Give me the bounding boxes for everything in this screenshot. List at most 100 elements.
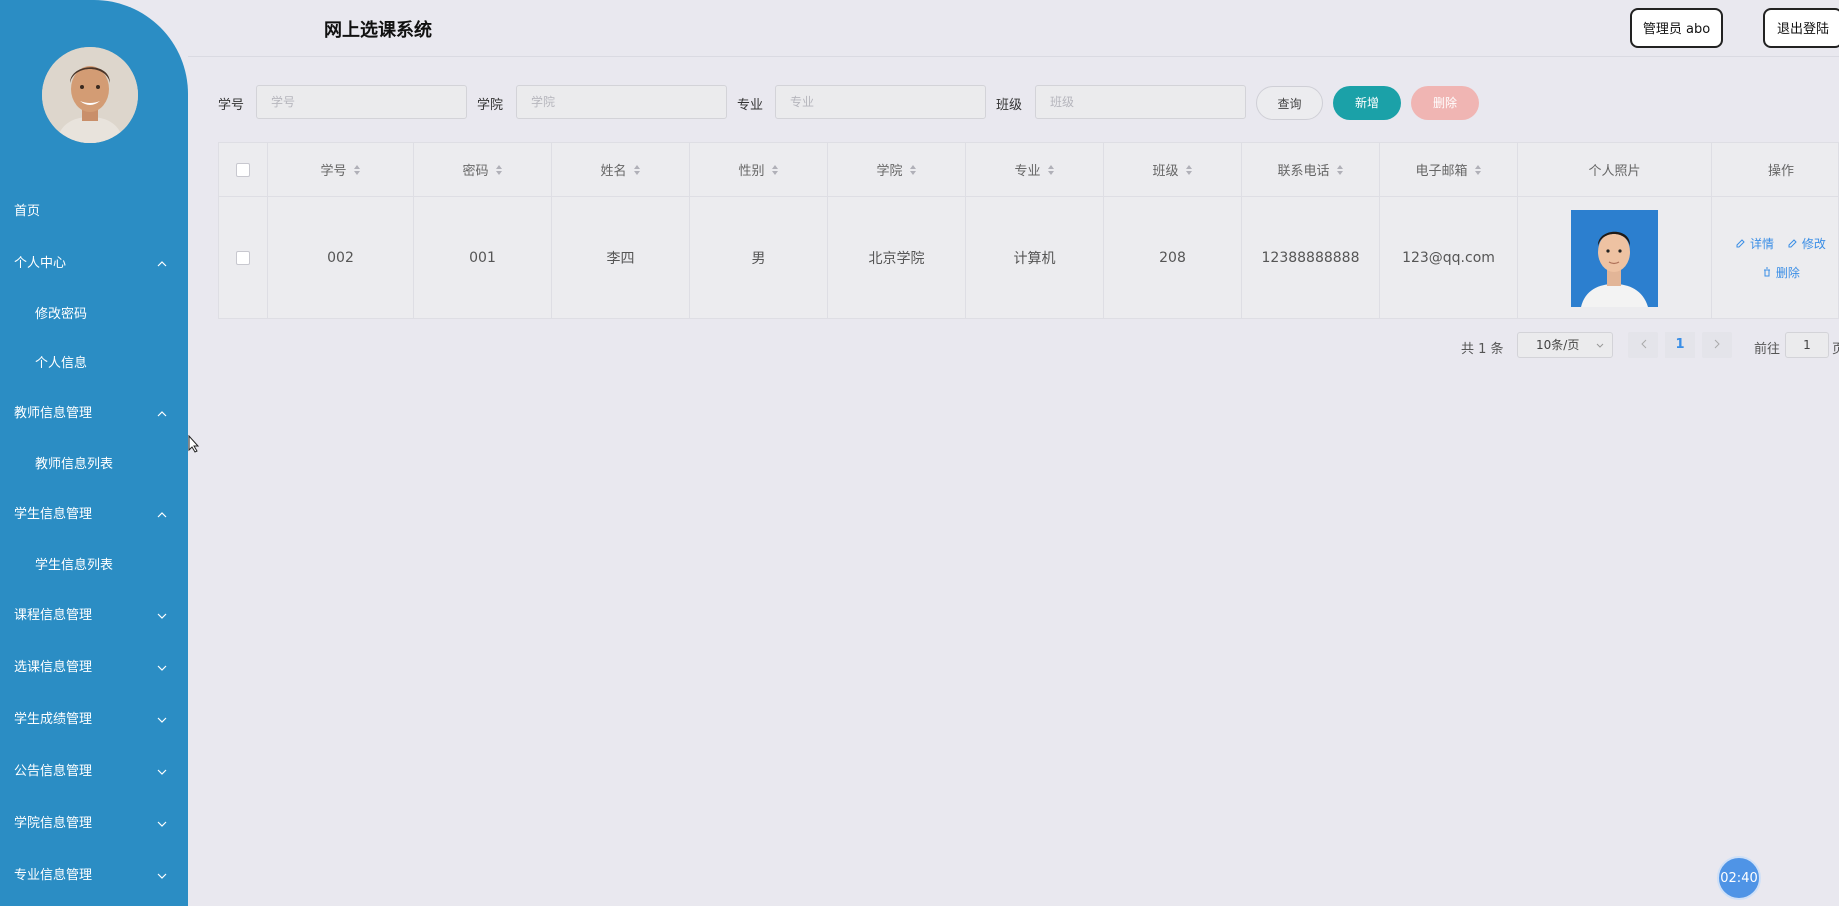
student-id-input[interactable] — [256, 85, 467, 119]
mouse-cursor-icon — [188, 435, 200, 453]
sidebar-item-label: 专业信息管理 — [14, 868, 93, 883]
chevron-down-icon — [156, 694, 168, 746]
edit-icon — [1788, 239, 1797, 248]
class-input[interactable] — [1035, 85, 1246, 119]
chevron-right-icon — [1714, 339, 1720, 349]
column-header[interactable]: 姓名 — [552, 143, 690, 196]
goto-label: 前往 — [1754, 342, 1781, 357]
sidebar-item-home[interactable]: 首页 — [0, 186, 188, 238]
chevron-down-icon — [156, 798, 168, 850]
edit-link[interactable]: 修改 — [1788, 235, 1826, 252]
sort-icon — [353, 164, 360, 175]
avatar-icon — [42, 47, 138, 143]
sidebar-item-label: 公告信息管理 — [14, 764, 93, 779]
detail-link[interactable]: 详情 — [1736, 235, 1774, 252]
sort-icon — [633, 164, 640, 175]
column-header-label: 学院 — [876, 164, 903, 179]
college-label: 学院 — [477, 98, 504, 113]
column-header-label: 班级 — [1152, 164, 1179, 179]
sidebar-item-college-management[interactable]: 学院信息管理 — [0, 798, 188, 850]
sidebar-item-label: 修改密码 — [35, 307, 88, 322]
edit-label: 修改 — [1801, 237, 1826, 251]
sidebar-item-personal-center[interactable]: 个人中心 — [0, 238, 188, 290]
chevron-up-icon — [156, 388, 168, 440]
sidebar-item-selection-management[interactable]: 选课信息管理 — [0, 642, 188, 694]
admin-user-button[interactable]: 管理员 abo — [1630, 8, 1723, 48]
column-header-label: 性别 — [738, 164, 765, 179]
sidebar-item-change-password[interactable]: 修改密码 — [0, 290, 188, 339]
table-cell: 男 — [690, 197, 828, 319]
sort-icon — [771, 164, 778, 175]
column-header[interactable]: 专业 — [966, 143, 1104, 196]
sidebar-item-course-management[interactable]: 课程信息管理 — [0, 590, 188, 642]
table-cell: 计算机 — [966, 197, 1104, 319]
next-page-button[interactable] — [1702, 332, 1732, 358]
sidebar-item-personal-info[interactable]: 个人信息 — [0, 339, 188, 388]
column-header[interactable]: 班级 — [1104, 143, 1242, 196]
sidebar-item-grade-management[interactable]: 学生成绩管理 — [0, 694, 188, 746]
column-header[interactable]: 密码 — [414, 143, 552, 196]
major-input[interactable] — [775, 85, 986, 119]
header-divider — [188, 56, 1839, 57]
college-input[interactable] — [516, 85, 727, 119]
sidebar-item-major-management[interactable]: 专业信息管理 — [0, 850, 188, 902]
delete-label: 删除 — [1775, 266, 1800, 280]
table-cell: 002 — [268, 197, 414, 319]
column-header[interactable]: 性别 — [690, 143, 828, 196]
actions-cell: 详情 修改 删除 — [1712, 197, 1839, 319]
table-cell: 李四 — [552, 197, 690, 319]
chevron-up-icon — [156, 238, 168, 290]
sidebar-item-teacher-management[interactable]: 教师信息管理 — [0, 388, 188, 440]
sidebar-item-student-management[interactable]: 学生信息管理 — [0, 489, 188, 541]
student-photo[interactable] — [1571, 209, 1658, 307]
edit-icon — [1736, 239, 1745, 248]
column-header-label: 个人照片 — [1588, 164, 1641, 179]
row-checkbox[interactable] — [236, 251, 250, 265]
prev-page-button[interactable] — [1628, 332, 1658, 358]
select-all-checkbox[interactable] — [236, 162, 250, 177]
chevron-up-icon — [156, 489, 168, 541]
chevron-down-icon — [156, 642, 168, 694]
sort-icon — [495, 164, 502, 175]
chevron-down-icon — [156, 746, 168, 798]
column-header-label: 学号 — [320, 164, 347, 179]
sidebar-item-student-list[interactable]: 学生信息列表 — [0, 541, 188, 590]
user-avatar[interactable] — [42, 47, 138, 143]
row-delete-link[interactable]: 删除 — [1762, 264, 1800, 281]
goto-page-input[interactable] — [1785, 332, 1829, 358]
page-number-current[interactable]: 1 — [1665, 332, 1695, 358]
table-cell: 208 — [1104, 197, 1242, 319]
table-row: 002 001 李四 男 北京学院 计算机 208 12388888888 12… — [219, 197, 1838, 319]
logout-button[interactable]: 退出登陆 — [1763, 8, 1839, 48]
detail-label: 详情 — [1749, 237, 1774, 251]
row-actions: 详情 修改 删除 — [1736, 235, 1826, 281]
table-cell: 123@qq.com — [1380, 197, 1518, 319]
table-cell: 001 — [414, 197, 552, 319]
delete-button[interactable]: 删除 — [1411, 86, 1479, 120]
sidebar-item-notice-management[interactable]: 公告信息管理 — [0, 746, 188, 798]
query-button[interactable]: 查询 — [1256, 86, 1323, 120]
column-header[interactable]: 电子邮箱 — [1380, 143, 1518, 196]
sidebar-item-label: 学生成绩管理 — [14, 712, 93, 727]
page-size-value: 10条/页 — [1536, 338, 1580, 352]
portrait-icon — [1571, 209, 1658, 307]
sidebar-item-label: 课程信息管理 — [14, 608, 93, 623]
student-table: 学号 密码 姓名 性别 学院 专业 班级 联系电话 电子邮箱 个人照片 操作 0… — [218, 142, 1839, 319]
sidebar-item-teacher-list[interactable]: 教师信息列表 — [0, 440, 188, 489]
column-header-label: 专业 — [1014, 164, 1041, 179]
page-size-select[interactable]: 10条/页 — [1517, 332, 1613, 358]
sidebar-item-label: 学生信息列表 — [35, 558, 114, 573]
column-header-label: 联系电话 — [1277, 164, 1330, 179]
sidebar-item-label: 教师信息列表 — [35, 457, 114, 472]
table-cell: 北京学院 — [828, 197, 966, 319]
class-label: 班级 — [996, 98, 1023, 113]
column-header[interactable]: 联系电话 — [1242, 143, 1380, 196]
timer-badge[interactable]: 02:40 — [1717, 856, 1761, 900]
sidebar-item-label: 学院信息管理 — [14, 816, 93, 831]
column-header[interactable]: 学院 — [828, 143, 966, 196]
column-header-label: 密码 — [462, 164, 489, 179]
table-cell: 12388888888 — [1242, 197, 1380, 319]
column-header[interactable]: 学号 — [268, 143, 414, 196]
add-button[interactable]: 新增 — [1333, 86, 1401, 120]
sort-icon — [1185, 164, 1192, 175]
